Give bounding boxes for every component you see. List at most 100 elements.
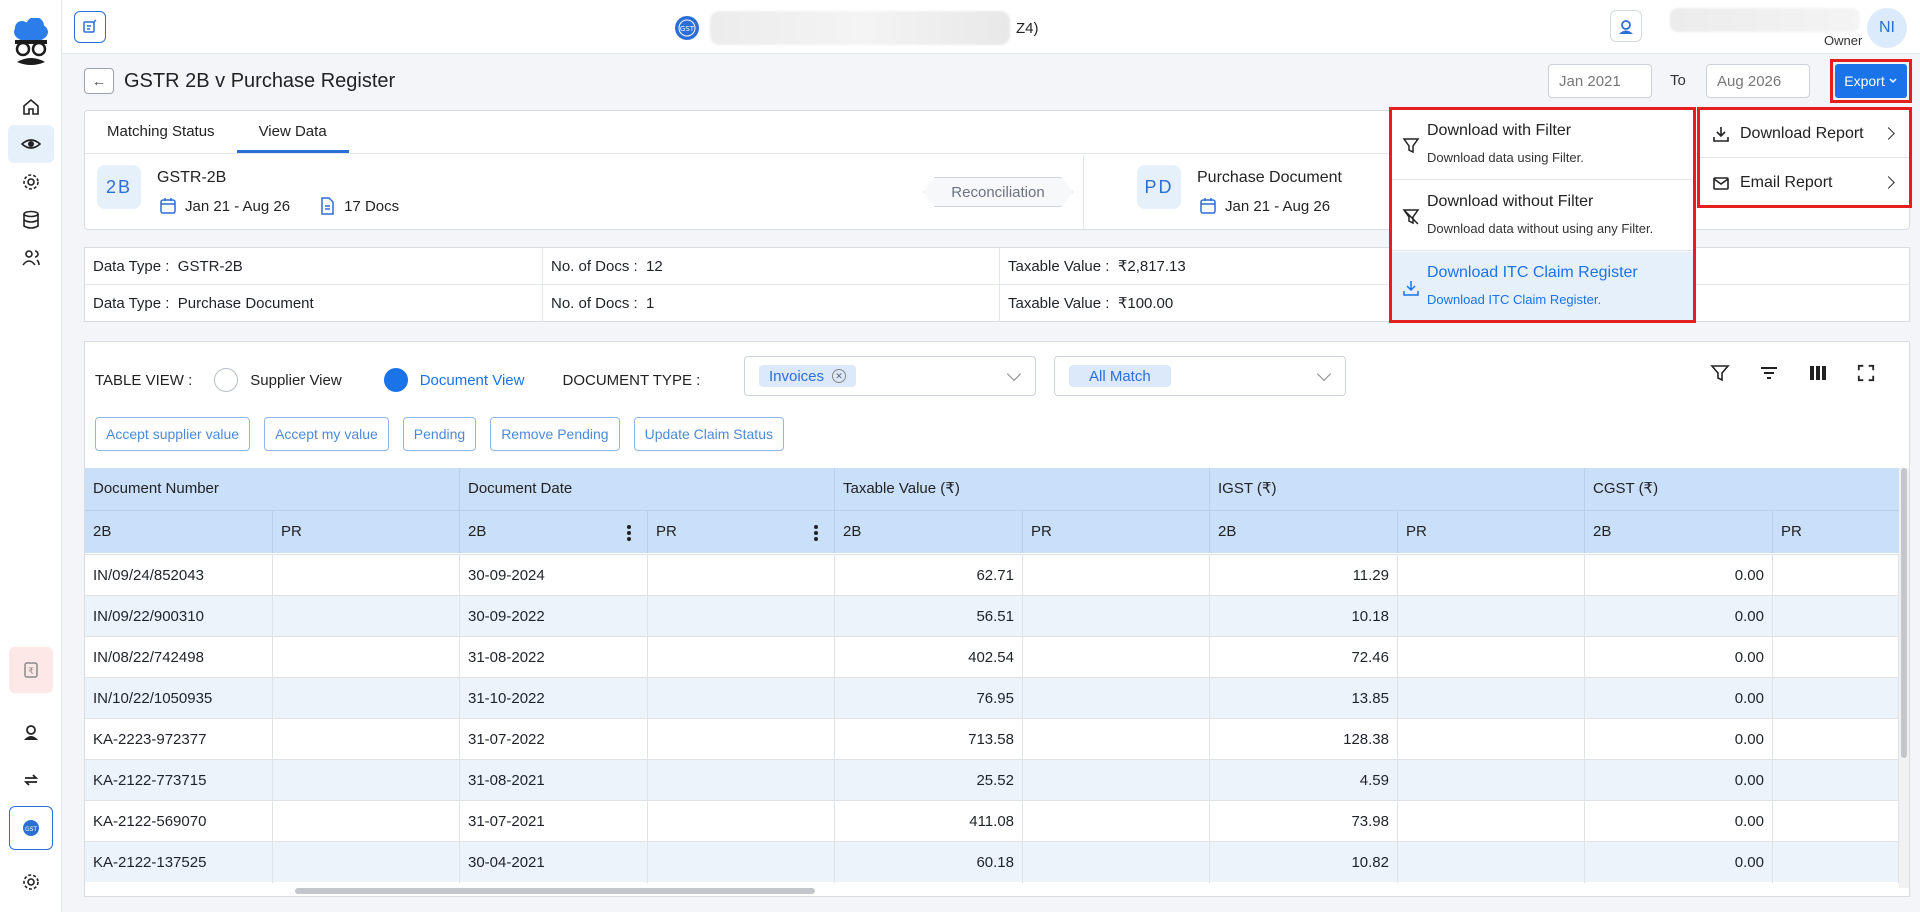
home-icon[interactable] (8, 88, 54, 126)
support-button[interactable] (1610, 10, 1642, 42)
cell-empty (648, 596, 835, 637)
supplier-view-radio[interactable] (214, 368, 239, 392)
cell-date: 30-09-2022 (460, 596, 648, 637)
support-agent-icon[interactable] (8, 713, 54, 751)
settings-cog-icon[interactable] (8, 163, 54, 201)
document-type-select[interactable]: Invoices ✕ (744, 356, 1036, 396)
table-row[interactable]: KA-2223-972377 31-07-2022 713.58 128.38 0.00 (85, 718, 1899, 760)
column-header[interactable]: PR (273, 511, 460, 553)
invoices-chip-label: Invoices (769, 367, 825, 385)
sort-icon[interactable] (1754, 358, 1784, 388)
download-report-item[interactable]: Download Report (1700, 110, 1909, 158)
invoices-chip[interactable]: Invoices ✕ (759, 365, 857, 387)
table-row[interactable]: KA-2122-137525 30-04-2021 60.18 10.82 0.00 (85, 841, 1899, 883)
export-button[interactable]: Export (1835, 64, 1907, 98)
cell-empty (1023, 596, 1210, 637)
chevron-down-icon (1889, 78, 1897, 84)
summary-divider (1083, 155, 1084, 231)
cell-igst: 11.29 (1210, 555, 1398, 596)
cell-cgst: 0.00 (1585, 596, 1773, 637)
table-row[interactable]: KA-2122-569070 31-07-2021 411.08 73.98 0.00 (85, 800, 1899, 842)
chevron-right-icon (1882, 127, 1895, 140)
table-row[interactable]: KA-2122-773715 31-08-2021 25.52 4.59 0.00 (85, 759, 1899, 801)
users-icon[interactable] (8, 239, 54, 277)
download-with-filter-item[interactable]: Download with Filter Download data using… (1392, 110, 1693, 180)
rupee-icon[interactable]: ₹ (9, 647, 53, 693)
column-header[interactable]: 2B (835, 511, 1023, 553)
column-group-header[interactable]: Taxable Value (₹) (835, 468, 1210, 510)
download-itc-claim-register-item[interactable]: Download ITC Claim Register Download ITC… (1392, 252, 1693, 320)
settings-icon[interactable] (8, 863, 54, 901)
cell-empty (1398, 555, 1585, 596)
date-to-field[interactable]: Aug 2026 (1706, 64, 1810, 98)
filter-icon[interactable] (1705, 358, 1735, 388)
column-group-header[interactable]: CGST (₹) (1585, 468, 1899, 510)
column-group-header[interactable]: Document Date (460, 468, 835, 510)
table-row[interactable]: IN/08/22/742498 31-08-2022 402.54 72.46 0.00 (85, 636, 1899, 678)
table-row[interactable]: IN/09/22/900310 30-09-2022 56.51 10.18 0.00 (85, 595, 1899, 637)
database-icon[interactable] (8, 201, 54, 239)
email-report-item[interactable]: Email Report (1700, 159, 1909, 207)
chip-remove-icon[interactable]: ✕ (832, 369, 847, 383)
pending-button[interactable]: Pending (402, 417, 477, 451)
column-header[interactable]: 2B (460, 511, 648, 553)
column-header[interactable]: PR (1398, 511, 1585, 553)
column-header[interactable]: PR (1023, 511, 1210, 553)
column-group-header[interactable]: Document Number (85, 468, 460, 510)
sync-icon[interactable] (8, 761, 54, 799)
tab-view-data[interactable]: View Data (236, 111, 349, 153)
cell-cgst: 0.00 (1585, 555, 1773, 596)
cell-empty (1398, 842, 1585, 883)
accept-my-value-button[interactable]: Accept my value (264, 417, 389, 451)
purchase-doc-badge: PD (1137, 165, 1181, 209)
gst-icon[interactable]: GST (9, 806, 53, 850)
app-logo-icon[interactable] (10, 16, 52, 72)
info-docs: No. of Docs : 1 (543, 285, 1000, 322)
cell-empty (1773, 760, 1899, 801)
sidebar: ₹ GST (0, 0, 62, 912)
gstr-2b-period-text: Jan 21 - Aug 26 (185, 197, 291, 215)
column-header[interactable]: 2B (1210, 511, 1398, 553)
column-group-header[interactable]: IGST (₹) (1210, 468, 1585, 510)
remove-pending-button[interactable]: Remove Pending (490, 417, 620, 451)
info-docs-value: 12 (646, 258, 663, 275)
cell-date: 31-08-2022 (460, 637, 648, 678)
info-type: Data Type : GSTR-2B (85, 248, 543, 285)
document-view-radio[interactable] (383, 368, 408, 392)
date-from-field[interactable]: Jan 2021 (1548, 64, 1652, 98)
column-menu-icon[interactable] (814, 525, 818, 541)
update-claim-status-button[interactable]: Update Claim Status (633, 417, 784, 451)
download-without-filter-item[interactable]: Download without Filter Download data wi… (1392, 181, 1693, 251)
columns-icon[interactable] (1803, 358, 1833, 388)
cell-empty (1773, 719, 1899, 760)
accept-supplier-value-button[interactable]: Accept supplier value (95, 417, 251, 451)
fullscreen-icon[interactable] (1851, 358, 1881, 388)
avatar[interactable]: NI (1867, 8, 1907, 48)
document-view-label[interactable]: Document View (420, 372, 525, 389)
match-filter-select[interactable]: All Match (1054, 356, 1346, 396)
menu-item-subtitle: Download data without using any Filter. (1427, 221, 1654, 236)
table-row[interactable]: IN/09/24/852043 30-09-2024 62.71 11.29 0.00 (85, 554, 1899, 596)
gstr-2b-badge: 2B (97, 165, 141, 209)
column-menu-icon[interactable] (627, 525, 631, 541)
back-button[interactable]: ← (84, 68, 114, 94)
menu-item-title: Download with Filter (1427, 122, 1572, 139)
cell-igst: 73.98 (1210, 801, 1398, 842)
cell-empty (273, 719, 460, 760)
column-header[interactable]: PR (648, 511, 835, 553)
purchase-doc-period-text: Jan 21 - Aug 26 (1225, 197, 1331, 215)
column-header[interactable]: 2B (85, 511, 273, 553)
tab-matching-status[interactable]: Matching Status (85, 111, 237, 153)
view-icon[interactable] (8, 125, 54, 163)
column-header[interactable]: 2B (1585, 511, 1773, 553)
column-header[interactable]: PR (1773, 511, 1899, 553)
vertical-scrollbar[interactable] (1901, 468, 1907, 758)
cell-cgst: 0.00 (1585, 637, 1773, 678)
supplier-view-label[interactable]: Supplier View (250, 372, 341, 389)
company-selector[interactable]: GST Z4) (674, 10, 1039, 46)
horizontal-scrollbar[interactable] (295, 888, 815, 894)
cell-empty (1023, 801, 1210, 842)
table-row[interactable]: IN/10/22/1050935 31-10-2022 76.95 13.85 0.00 (85, 677, 1899, 719)
menu-toggle-button[interactable] (74, 11, 106, 43)
cell-cgst: 0.00 (1585, 842, 1773, 883)
